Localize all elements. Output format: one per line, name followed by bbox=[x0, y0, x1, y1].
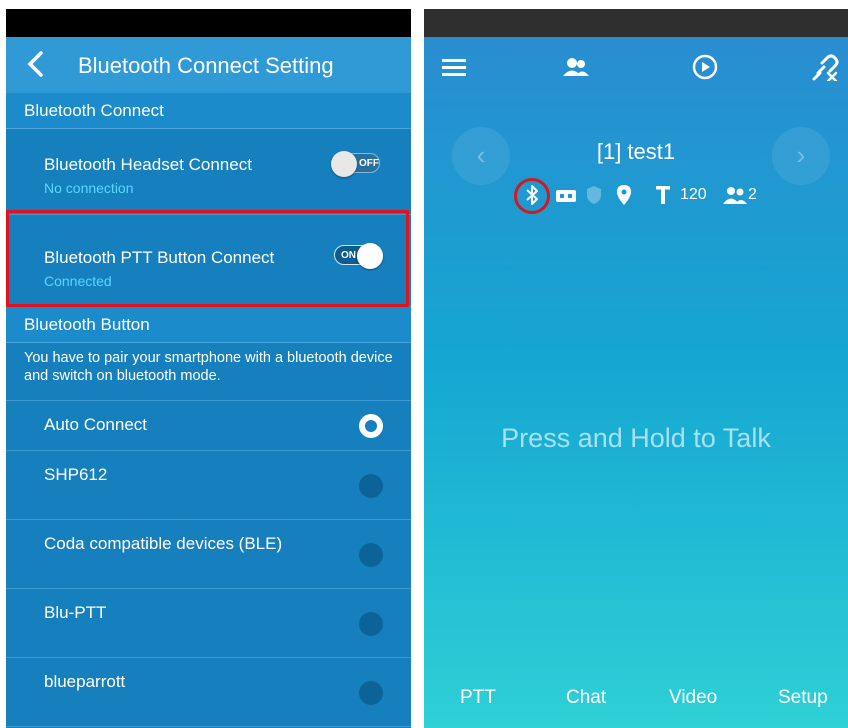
toggle-state-label: ON bbox=[341, 250, 356, 261]
ptt-button-connect-status: Connected bbox=[44, 273, 112, 289]
option-label: blueparrott bbox=[44, 672, 126, 691]
group-icon bbox=[723, 186, 747, 209]
option-label: Blu-PTT bbox=[44, 603, 107, 622]
option-label: Coda compatible devices (BLE) bbox=[44, 534, 283, 553]
option-coda-ble[interactable]: Coda compatible devices (BLE) bbox=[6, 520, 411, 589]
tab-video[interactable]: Video bbox=[669, 687, 717, 709]
chevron-left-icon bbox=[27, 51, 43, 77]
section-header-bluetooth-connect: Bluetooth Connect bbox=[6, 93, 411, 129]
timer-value: 120 bbox=[680, 186, 707, 203]
ptt-main-screen: ‹ › [1] test1 120 2 Press and Hold to Ta… bbox=[424, 9, 848, 728]
unlink-icon[interactable] bbox=[812, 53, 840, 81]
headset-connect-status: No connection bbox=[44, 180, 134, 196]
status-bar bbox=[6, 9, 411, 37]
contacts-icon[interactable] bbox=[563, 56, 589, 78]
option-blueparrott[interactable]: blueparrott bbox=[6, 658, 411, 727]
toggle-knob bbox=[331, 151, 357, 177]
channel-title: [1] test1 bbox=[596, 139, 676, 164]
option-label: SHP612 bbox=[44, 465, 108, 484]
card-icon bbox=[556, 189, 576, 207]
bottom-nav: PTT Chat Video Setup bbox=[424, 683, 848, 713]
ptt-button-connect-toggle[interactable]: ON bbox=[334, 243, 383, 269]
tab-chat[interactable]: Chat bbox=[566, 687, 606, 709]
option-label: Auto Connect bbox=[44, 415, 148, 434]
app-bar: Bluetooth Connect Setting bbox=[6, 37, 411, 93]
bluetooth-icon bbox=[525, 184, 539, 211]
member-count: 2 bbox=[748, 186, 757, 203]
radio-unselected[interactable] bbox=[359, 612, 383, 636]
top-toolbar bbox=[424, 51, 848, 87]
status-icons-row: 120 2 bbox=[424, 183, 848, 209]
headset-connect-label: Bluetooth Headset Connect bbox=[44, 155, 252, 174]
shield-icon bbox=[587, 186, 601, 209]
back-button[interactable] bbox=[24, 49, 54, 79]
bluetooth-settings-screen: Bluetooth Connect Setting Bluetooth Conn… bbox=[6, 9, 411, 728]
radio-unselected[interactable] bbox=[359, 474, 383, 498]
ptt-button-connect-label: Bluetooth PTT Button Connect bbox=[44, 248, 275, 267]
radio-unselected[interactable] bbox=[359, 543, 383, 567]
section-header-bluetooth-button: Bluetooth Button bbox=[6, 307, 411, 343]
tab-ptt[interactable]: PTT bbox=[460, 687, 496, 709]
playback-icon[interactable] bbox=[692, 54, 718, 80]
radio-unselected[interactable] bbox=[359, 681, 383, 705]
location-icon bbox=[617, 185, 631, 210]
menu-icon[interactable] bbox=[442, 57, 466, 77]
status-bar bbox=[424, 9, 848, 37]
pairing-note: You have to pair your smartphone with a … bbox=[6, 343, 411, 401]
toggle-state-label: OFF bbox=[359, 158, 379, 169]
option-shp612[interactable]: SHP612 bbox=[6, 451, 411, 520]
toggle-knob bbox=[357, 243, 383, 269]
headset-connect-toggle[interactable]: OFF bbox=[331, 151, 380, 177]
option-blu-ptt[interactable]: Blu-PTT bbox=[6, 589, 411, 658]
text-icon bbox=[656, 186, 670, 209]
option-auto-connect[interactable]: Auto Connect bbox=[6, 401, 411, 451]
page-title: Bluetooth Connect Setting bbox=[78, 53, 334, 78]
headset-connect-row[interactable]: Bluetooth Headset Connect No connection … bbox=[6, 129, 411, 215]
tab-setup[interactable]: Setup bbox=[778, 687, 828, 709]
ptt-button-connect-row[interactable]: Bluetooth PTT Button Connect Connected O… bbox=[6, 215, 411, 307]
press-to-talk-area[interactable]: Press and Hold to Talk bbox=[424, 423, 848, 454]
radio-selected[interactable] bbox=[359, 414, 383, 438]
